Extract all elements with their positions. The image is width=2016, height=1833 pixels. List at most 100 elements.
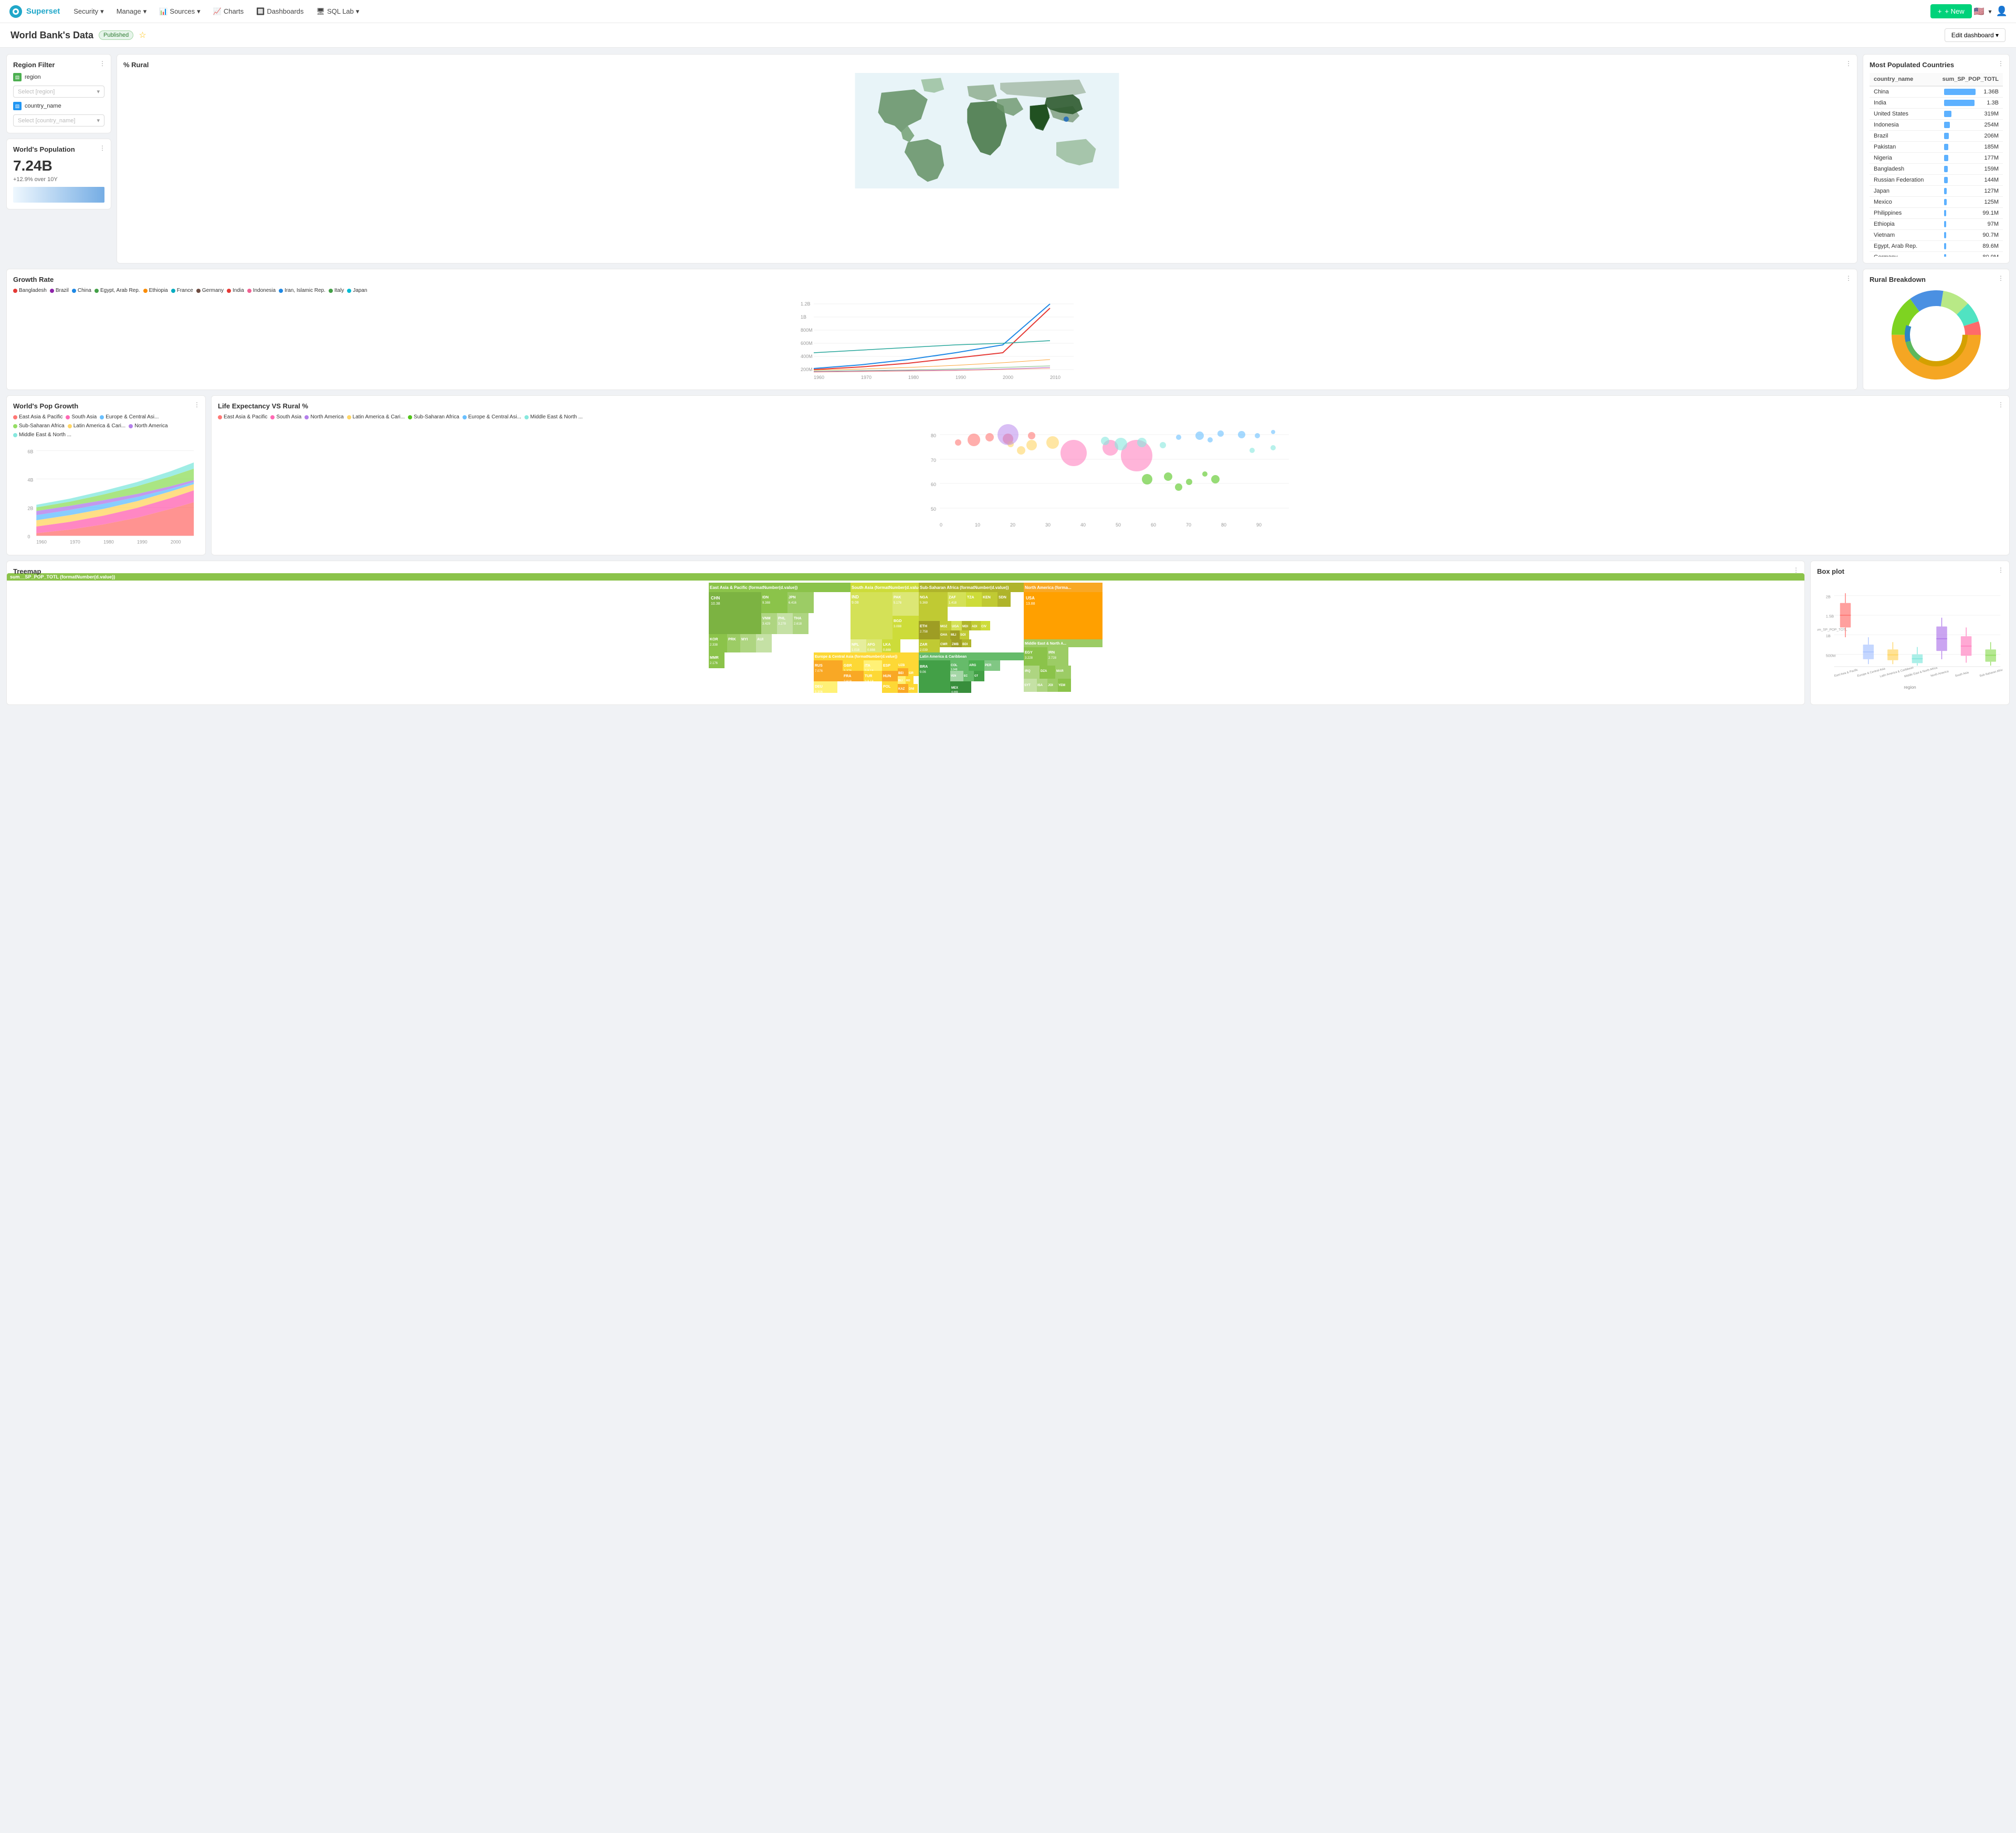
donut-svg [1889, 288, 1983, 382]
legend-color [13, 433, 17, 437]
svg-text:IND: IND [852, 595, 859, 599]
table-row: Japan127M [1870, 186, 2003, 197]
legend-item: Latin America & Cari... [68, 423, 125, 429]
nav-charts[interactable]: 📈 Charts [208, 4, 249, 19]
svg-text:2B: 2B [1826, 594, 1831, 599]
population-number: 127M [1978, 188, 1999, 194]
svg-text:30: 30 [1045, 522, 1051, 528]
treemap-menu[interactable]: ⋮ [1793, 566, 1799, 574]
svg-text:Sub-Saharan Africa (formatNumb: Sub-Saharan Africa (formatNumber(d.value… [920, 585, 1009, 590]
country-select[interactable]: Select [country_name] ▾ [13, 114, 104, 127]
legend-color [227, 289, 231, 293]
published-badge: Published [99, 30, 133, 40]
life-expectancy-menu[interactable]: ⋮ [1998, 401, 2004, 408]
population-number: 177M [1978, 155, 1999, 161]
dashboard-title: World Bank's Data [10, 30, 93, 41]
svg-text:DNI: DNI [909, 688, 915, 691]
language-flag[interactable]: 🇺🇸 [1974, 6, 1984, 17]
svg-text:POL: POL [883, 685, 891, 689]
svg-text:ZAR: ZAR [920, 643, 927, 647]
svg-text:ESP: ESP [883, 664, 890, 668]
legend-label: Bangladesh [19, 288, 47, 293]
favorite-star[interactable]: ☆ [139, 30, 146, 40]
svg-text:CHN: CHN [711, 596, 720, 601]
svg-text:DZA: DZA [1041, 670, 1047, 673]
svg-text:2.618: 2.618 [794, 623, 802, 626]
svg-text:1.5B: 1.5B [1826, 614, 1834, 619]
population-bar-cell: 177M [1933, 153, 2003, 164]
svg-text:IRQ: IRQ [1025, 670, 1031, 673]
new-button[interactable]: + + New [1930, 4, 1972, 18]
nav-sqllab[interactable]: 🖥 SQL Lab ▾ [311, 4, 364, 19]
svg-text:MEX: MEX [951, 687, 958, 690]
svg-text:TZA: TZA [967, 596, 974, 599]
box-plot-menu[interactable]: ⋮ [1998, 566, 2004, 574]
table-row: Mexico125M [1870, 197, 2003, 208]
table-row: China1.36B [1870, 86, 2003, 98]
svg-text:ISA: ISA [1037, 684, 1043, 687]
legend-item: Bangladesh [13, 288, 47, 293]
growth-rate-chart-wrapper: 1.2B 1B 800M 600M 400M 200M 1960 1970 [13, 298, 1851, 383]
country-name-cell: Vietnam [1870, 230, 1933, 241]
svg-text:KAZ: KAZ [898, 688, 905, 691]
most-populated-menu[interactable]: ⋮ [1998, 60, 2004, 67]
svg-text:2.176: 2.176 [710, 662, 718, 665]
region-filter-menu[interactable]: ⋮ [99, 60, 106, 67]
percent-rural-menu[interactable]: ⋮ [1845, 60, 1852, 67]
brand-logo[interactable]: Superset [8, 4, 60, 19]
svg-text:South Asia (formatNumber(d.val: South Asia (formatNumber(d.value)) [852, 585, 923, 590]
population-value: 7.24B [13, 157, 104, 174]
svg-text:3.228: 3.228 [1025, 657, 1033, 660]
rural-breakdown-menu[interactable]: ⋮ [1998, 275, 2004, 282]
svg-text:East Asia & Pacific: East Asia & Pacific [1834, 668, 1858, 678]
svg-text:ITA: ITA [865, 664, 870, 668]
box-plot-chart: sum_SP_POP_TOTL 2B 1.5B 1B 500M [1817, 580, 2003, 695]
most-populated-table-container[interactable]: country_name sum_SP_POP_TOTL China1.36BI… [1870, 73, 2003, 257]
svg-text:VNM: VNM [762, 617, 771, 620]
svg-text:ARG: ARG [969, 664, 976, 667]
legend-item: Italy [329, 288, 344, 293]
filter-icon-region: ▤ [13, 73, 22, 81]
svg-text:0.888: 0.888 [883, 649, 891, 652]
population-bar [1944, 177, 1948, 183]
svg-text:500M: 500M [1826, 653, 1836, 658]
svg-text:BLI: BLI [898, 679, 903, 682]
svg-text:South Asia: South Asia [1955, 671, 1969, 678]
life-expectancy-title: Life Expectancy VS Rural % [218, 402, 2003, 410]
legend-color [50, 289, 54, 293]
treemap-header: sum__SP_POP_TOTL (formatNumber(d.value)) [7, 573, 1804, 581]
nav-manage[interactable]: Manage ▾ [111, 4, 152, 19]
nav-sources[interactable]: 📊 Sources ▾ [154, 4, 205, 19]
svg-text:1.018: 1.018 [852, 649, 860, 652]
population-bar-cell: 90.7M [1933, 230, 2003, 241]
growth-rate-menu[interactable]: ⋮ [1845, 275, 1852, 282]
legend-label: India [233, 288, 244, 293]
svg-text:20: 20 [1010, 522, 1015, 528]
nav-dashboards[interactable]: 🔲 Dashboards [251, 4, 309, 19]
user-avatar[interactable]: 👤 [1996, 6, 2008, 17]
svg-text:AFG: AFG [867, 643, 875, 647]
population-number: 80.9M [1978, 254, 1999, 257]
pop-growth-legend: East Asia & PacificSouth AsiaEurope & Ce… [13, 414, 199, 438]
nav-security[interactable]: Security ▾ [68, 4, 109, 19]
growth-rate-legend: BangladeshBrazilChinaEgypt, Arab Rep.Eth… [13, 288, 1851, 293]
col-population: sum_SP_POP_TOTL [1933, 73, 2003, 86]
svg-text:Middle East & North A...: Middle East & North A... [1025, 642, 1066, 646]
svg-text:2.338: 2.338 [710, 644, 718, 647]
edit-dashboard-button[interactable]: Edit dashboard ▾ [1945, 28, 2006, 42]
worlds-pop-growth-menu[interactable]: ⋮ [194, 401, 200, 408]
legend-color [329, 289, 333, 293]
svg-text:1B: 1B [1826, 634, 1831, 638]
svg-text:PER: PER [985, 664, 992, 667]
svg-text:400M: 400M [801, 354, 813, 359]
svg-text:ZMB: ZMB [952, 643, 959, 646]
population-bar-cell: 319M [1933, 109, 2003, 120]
svg-text:PRK: PRK [728, 638, 736, 641]
legend-color [347, 289, 351, 293]
population-bar [1944, 254, 1946, 257]
region-select[interactable]: Select [region] ▾ [13, 86, 104, 98]
svg-text:200M: 200M [801, 367, 813, 372]
legend-item: Egypt, Arab Rep. [94, 288, 140, 293]
worlds-population-menu[interactable]: ⋮ [99, 144, 106, 152]
legend-item: Japan [347, 288, 367, 293]
